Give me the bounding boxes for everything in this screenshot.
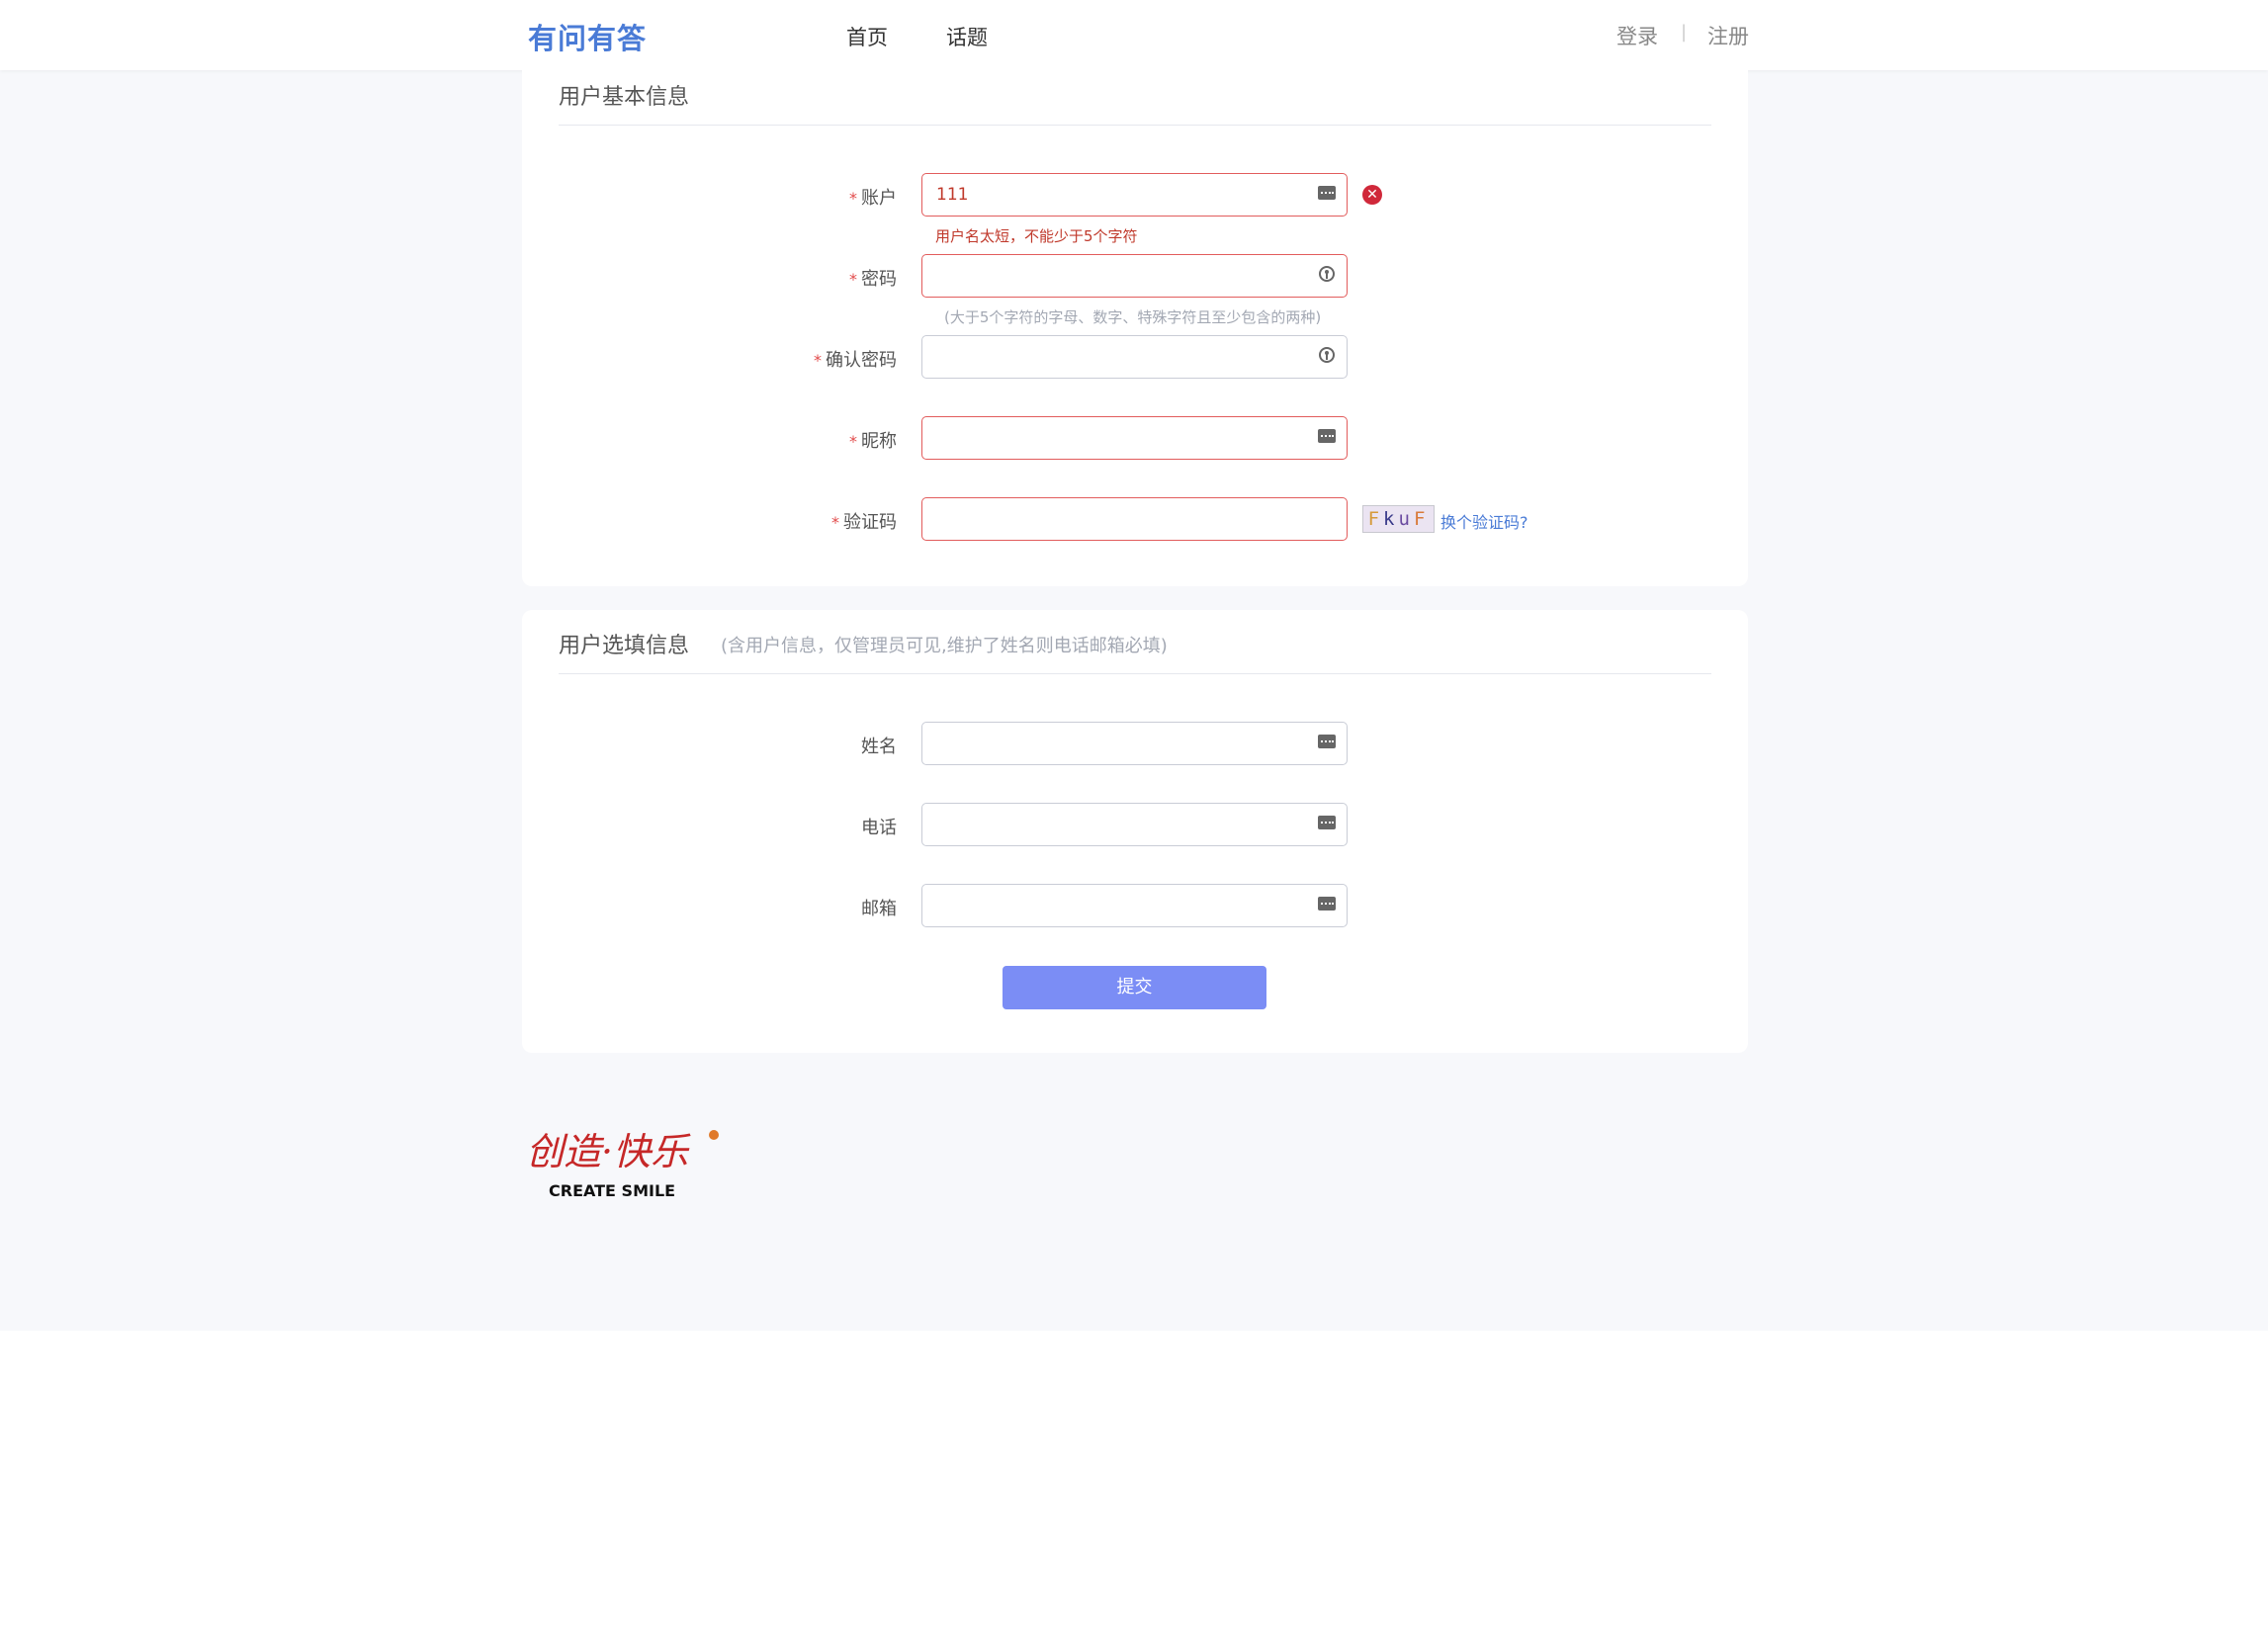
register-link[interactable]: 注册 <box>1707 21 1749 50</box>
keyboard-icon <box>1318 897 1336 911</box>
confirm-password-input[interactable] <box>921 335 1348 379</box>
brand-en-text: CREATE SMILE <box>549 1181 675 1200</box>
confirm-password-label: * 确认密码 <box>814 350 897 371</box>
account-input[interactable]: 111 <box>921 173 1348 217</box>
nav-separator: | <box>1681 22 1688 43</box>
captcha-input[interactable] <box>921 497 1348 541</box>
email-input[interactable] <box>921 884 1348 927</box>
captcha-label: * 验证码 <box>831 512 897 533</box>
keyboard-icon <box>1318 735 1336 748</box>
optional-info-subtitle: (含用户信息，仅管理员可见,维护了姓名则电话邮箱必填) <box>721 636 1168 656</box>
phone-input[interactable] <box>921 803 1348 846</box>
required-mark: * <box>849 189 857 208</box>
brand-cn-text: 创造·快乐 <box>526 1130 691 1173</box>
account-value: 111 <box>936 185 969 205</box>
name-input[interactable] <box>921 722 1348 765</box>
submit-button[interactable]: 提交 <box>1003 966 1266 1009</box>
captcha-image[interactable]: FkuF <box>1362 505 1435 533</box>
site-logo[interactable]: 有问有答 <box>528 16 647 57</box>
password-hint-text: (大于5个字符的字母、数字、特殊字符且至少包含的两种) <box>944 308 1322 326</box>
basic-info-title: 用户基本信息 <box>559 85 690 110</box>
phone-label: 电话 <box>861 818 897 838</box>
password-label: * 密码 <box>849 269 897 290</box>
nav-topics[interactable]: 话题 <box>946 22 988 51</box>
nickname-input[interactable] <box>921 416 1348 460</box>
keyboard-icon <box>1318 816 1336 829</box>
password-input[interactable] <box>921 254 1348 298</box>
nickname-label: * 昵称 <box>849 431 897 452</box>
error-icon: ✕ <box>1362 185 1382 205</box>
password-key-icon <box>1319 266 1335 282</box>
card-divider <box>559 673 1711 674</box>
keyboard-icon <box>1318 429 1336 443</box>
create-smile-logo: 创造·快乐 CREATE SMILE <box>526 1130 719 1200</box>
login-link[interactable]: 登录 <box>1616 21 1658 50</box>
nav-home[interactable]: 首页 <box>846 22 888 51</box>
account-error-text: 用户名太短，不能少于5个字符 <box>935 227 1138 245</box>
card-divider <box>559 125 1711 126</box>
password-key-icon <box>1319 347 1335 363</box>
account-label: * 账户 <box>849 188 897 209</box>
refresh-captcha-link[interactable]: 换个验证码? <box>1440 509 1528 533</box>
name-label: 姓名 <box>861 737 897 757</box>
optional-info-title: 用户选填信息 <box>559 634 690 658</box>
keyboard-icon <box>1318 186 1336 200</box>
email-label: 邮箱 <box>861 899 897 919</box>
